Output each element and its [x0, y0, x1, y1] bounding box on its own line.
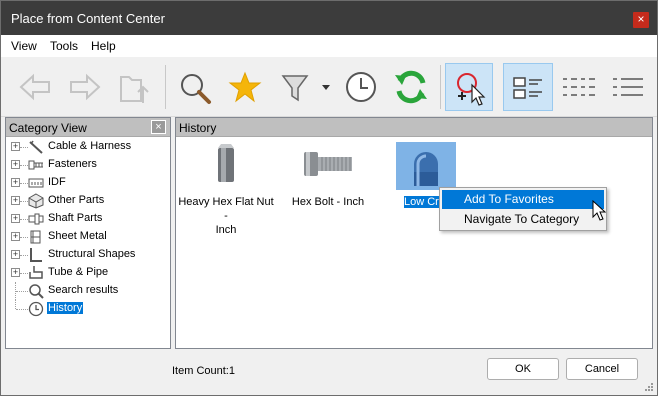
magnifier-icon	[181, 74, 211, 104]
funnel-icon	[281, 75, 309, 102]
content-center-dialog: Place from Content Center × View Tools H…	[0, 0, 658, 396]
toolbar-separator	[165, 65, 166, 109]
menu-view[interactable]: View	[11, 39, 37, 53]
tree-item-sheet-metal[interactable]: + Sheet Metal	[6, 228, 170, 246]
close-panel-button[interactable]: ×	[151, 120, 166, 134]
refresh-button[interactable]	[389, 63, 433, 111]
tree-item-history[interactable]: History	[6, 300, 170, 318]
tree-item-idf[interactable]: + IDF	[6, 174, 170, 192]
refresh-icon	[395, 70, 427, 104]
cancel-button[interactable]: Cancel	[566, 358, 638, 380]
mouse-cursor-icon	[592, 200, 606, 221]
context-menu: Add To Favorites Navigate To Category	[439, 187, 607, 231]
structural-icon	[30, 248, 42, 262]
history-item-hex-bolt[interactable]: Hex Bolt - Inch	[280, 142, 376, 209]
tree-item-tube-pipe[interactable]: + Tube & Pipe	[6, 264, 170, 282]
toolbar-separator	[440, 65, 441, 109]
list-view-icon	[563, 78, 595, 96]
expand-icon[interactable]: +	[11, 160, 20, 169]
menu-tools[interactable]: Tools	[50, 39, 78, 53]
arrow-left-icon	[19, 73, 50, 101]
expand-icon[interactable]: +	[11, 196, 20, 205]
details-view-button[interactable]	[609, 63, 649, 111]
tree-item-cable-harness[interactable]: + Cable & Harness	[6, 138, 170, 156]
acorn-nut-icon	[396, 142, 456, 190]
tree-item-label: Tube & Pipe	[48, 266, 109, 278]
forward-button[interactable]	[63, 63, 107, 111]
other-parts-icon	[28, 193, 44, 209]
history-icon	[28, 301, 44, 317]
sheet-metal-icon	[30, 230, 41, 244]
thumbnail-view-button[interactable]	[503, 63, 553, 111]
category-tree: + Cable & Harness + Fasteners + IDF + Ot…	[6, 138, 170, 318]
caret-down-icon	[322, 85, 330, 90]
cable-icon	[29, 140, 43, 154]
tree-item-label: Fasteners	[48, 158, 97, 170]
item-count-label: Item Count:1	[172, 365, 235, 377]
category-view-header: Category View ×	[6, 118, 170, 137]
window-title: Place from Content Center	[11, 11, 165, 26]
history-panel: History Heavy Hex Flat Nut - Inch Hex Bo…	[175, 117, 653, 349]
history-button[interactable]	[339, 63, 383, 111]
history-title: History	[179, 121, 217, 135]
tree-item-other-parts[interactable]: + Other Parts	[6, 192, 170, 210]
navigate-to-category-menu-item[interactable]: Navigate To Category	[442, 210, 604, 229]
clock-icon	[346, 72, 376, 102]
search-results-icon	[29, 284, 44, 299]
expand-icon[interactable]: +	[11, 142, 20, 151]
tree-item-label: Shaft Parts	[48, 212, 103, 224]
menu-bar: View Tools Help	[1, 35, 657, 57]
back-button[interactable]	[13, 63, 57, 111]
tree-item-label: Cable & Harness	[48, 140, 132, 152]
menu-help[interactable]: Help	[91, 39, 116, 53]
thumbnail-view-icon	[513, 77, 542, 99]
search-button[interactable]	[173, 63, 217, 111]
expand-icon[interactable]: +	[11, 232, 20, 241]
star-icon	[228, 71, 262, 103]
autodrop-button[interactable]	[445, 63, 493, 111]
tree-item-structural-shapes[interactable]: + Structural Shapes	[6, 246, 170, 264]
history-header: History	[176, 118, 652, 137]
expand-icon[interactable]: +	[11, 214, 20, 223]
resize-grip-icon[interactable]	[644, 382, 654, 392]
detail-view-icon	[613, 78, 643, 96]
tree-item-label: Search results	[48, 284, 119, 296]
fastener-icon	[28, 160, 43, 170]
tube-pipe-icon	[29, 266, 43, 279]
idf-icon	[28, 178, 44, 188]
tree-item-label: Structural Shapes	[48, 248, 136, 260]
title-bar[interactable]: Place from Content Center ×	[1, 1, 657, 35]
favorites-button[interactable]	[223, 63, 267, 111]
tree-item-label: IDF	[48, 176, 66, 188]
toolbar	[1, 57, 657, 117]
filter-button[interactable]	[273, 63, 317, 111]
up-level-button[interactable]	[111, 63, 155, 111]
expand-icon[interactable]: +	[11, 250, 20, 259]
tree-item-search-results[interactable]: Search results	[6, 282, 170, 300]
category-view-panel: Category View × + Cable & Harness + Fast…	[5, 117, 171, 349]
dialog-footer: Item Count:1 OK Cancel	[1, 349, 657, 395]
list-view-button[interactable]	[559, 63, 599, 111]
add-to-favorites-menu-item[interactable]: Add To Favorites	[442, 190, 604, 209]
tree-item-label: Other Parts	[48, 194, 105, 206]
tree-item-shaft-parts[interactable]: + Shaft Parts	[6, 210, 170, 228]
filter-dropdown-button[interactable]	[319, 63, 333, 111]
close-window-button[interactable]: ×	[633, 12, 649, 28]
item-caption: Hex Bolt - Inch	[291, 196, 365, 208]
tree-item-label: Sheet Metal	[48, 230, 107, 242]
shaft-icon	[28, 213, 44, 225]
history-item-heavy-hex-nut[interactable]: Heavy Hex Flat Nut - Inch	[178, 142, 274, 237]
item-caption: Heavy Hex Flat Nut - Inch	[178, 196, 274, 236]
hex-nut-icon	[218, 144, 234, 182]
expand-icon[interactable]: +	[11, 268, 20, 277]
expand-icon[interactable]: +	[11, 178, 20, 187]
tree-item-label: History	[47, 302, 84, 314]
arrow-right-icon	[70, 73, 101, 101]
folder-up-icon	[120, 76, 149, 103]
ok-button[interactable]: OK	[487, 358, 559, 380]
hex-bolt-icon	[304, 152, 352, 176]
category-view-title: Category View	[9, 121, 87, 135]
autodrop-icon	[457, 73, 486, 106]
tree-item-fasteners[interactable]: + Fasteners	[6, 156, 170, 174]
